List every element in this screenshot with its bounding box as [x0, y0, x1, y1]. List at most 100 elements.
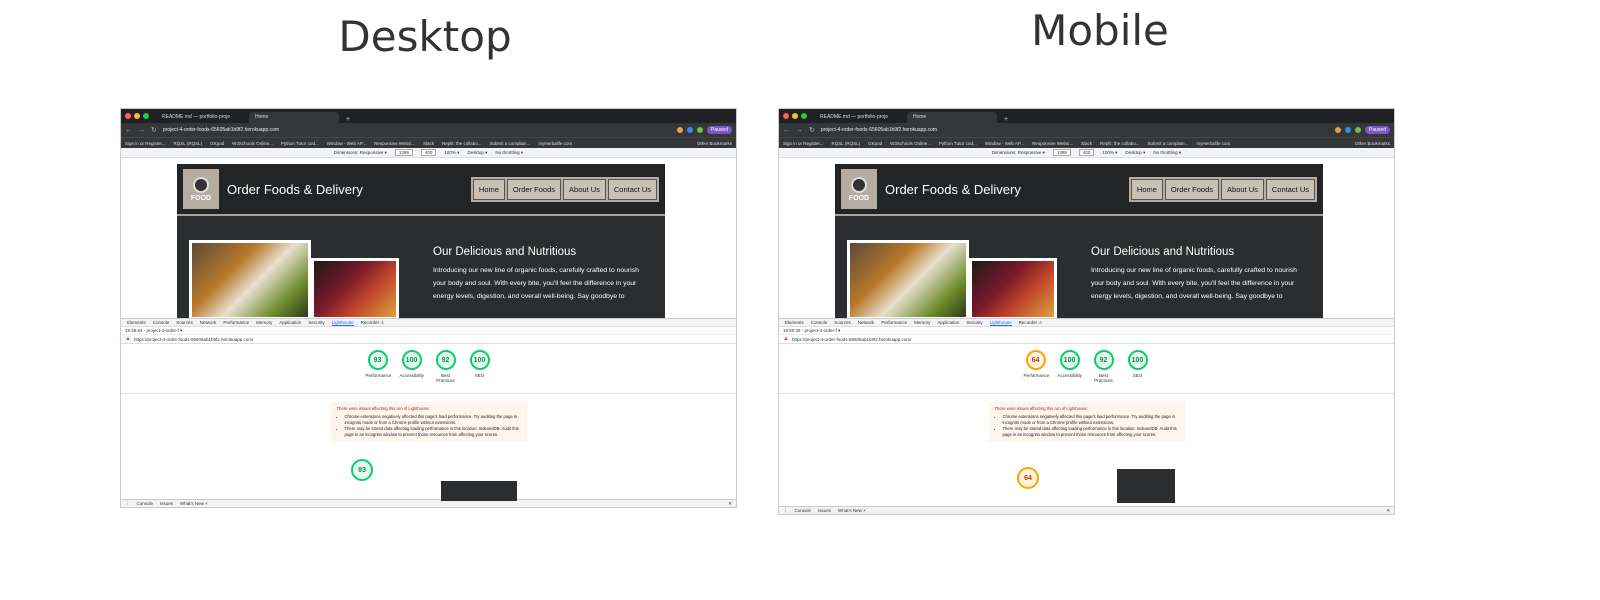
close-window-icon[interactable] — [125, 113, 131, 119]
throttle-select[interactable]: No throttling ▾ — [495, 150, 523, 156]
devtools-tab-sources[interactable]: Sources — [834, 320, 851, 325]
close-window-icon[interactable] — [783, 113, 789, 119]
devtools-tab-application[interactable]: Application — [937, 320, 959, 325]
report-timestamp[interactable]: 19:48:54 - project-4-order-f ▾ — [125, 328, 182, 334]
extension-icon[interactable] — [1355, 127, 1362, 133]
devtools-tab-performance[interactable]: Performance — [223, 320, 249, 325]
dimensions-select[interactable]: Dimensions: Responsive ▾ — [334, 150, 387, 156]
score-seo[interactable]: 100 SEO — [468, 350, 492, 383]
extension-icon[interactable] — [687, 127, 694, 133]
zoom-select[interactable]: 100% ▾ — [1102, 150, 1117, 156]
bookmark-item[interactable]: Replit: the collabo... — [442, 141, 482, 146]
drawer-menu-icon[interactable]: ⋮ — [783, 508, 788, 514]
throttle-select[interactable]: No throttling ▾ — [1153, 150, 1181, 156]
drawer-menu-icon[interactable]: ⋮ — [125, 501, 130, 507]
new-tab-icon[interactable]: + — [1000, 116, 1012, 123]
bookmark-item[interactable]: Sign in or Register... — [125, 141, 166, 146]
extension-icon[interactable] — [1335, 127, 1342, 133]
bookmark-item[interactable]: Slack — [1081, 141, 1092, 146]
window-controls[interactable] — [125, 109, 149, 123]
minimize-window-icon[interactable] — [134, 113, 140, 119]
browser-tab-readme[interactable]: README.md — portfolio-proje — [156, 112, 246, 123]
browser-tab-readme[interactable]: README.md — portfolio-proje — [814, 112, 904, 123]
score-best-practices[interactable]: 92 Best Practices — [434, 350, 458, 383]
profile-paused-button[interactable]: Paused — [707, 126, 732, 134]
extension-icon[interactable] — [1345, 127, 1352, 133]
bookmark-item[interactable]: Submit a complain... — [1148, 141, 1189, 146]
score-best-practices[interactable]: 92 Best Practices — [1092, 350, 1116, 383]
bookmark-item[interactable]: Replit: the collabo... — [1100, 141, 1140, 146]
back-icon[interactable]: ← — [783, 127, 790, 134]
nav-home-button[interactable]: Home — [472, 178, 505, 200]
extension-icon[interactable] — [697, 127, 704, 133]
nav-about-us-button[interactable]: About Us — [563, 178, 606, 200]
bookmark-item[interactable]: W3Schools Online... — [890, 141, 931, 146]
bookmark-item[interactable]: Slack — [423, 141, 434, 146]
other-bookmarks[interactable]: Other Bookmarks — [1355, 141, 1390, 146]
devtools-tab-sources[interactable]: Sources — [176, 320, 193, 325]
other-bookmarks[interactable]: Other Bookmarks — [697, 141, 732, 146]
width-input[interactable]: 1399 — [394, 149, 413, 156]
profile-paused-button[interactable]: Paused — [1365, 126, 1390, 134]
bookmark-item[interactable]: Responsive Websi... — [374, 141, 415, 146]
report-timestamp[interactable]: 19:50:25 - project-4-order-f ▾ — [783, 328, 840, 334]
bookmark-item[interactable]: Python Tutor cod... — [281, 141, 319, 146]
devtools-tab-security[interactable]: Security — [966, 320, 982, 325]
bookmark-item[interactable]: RQSL (RQSL) — [174, 141, 203, 146]
bookmark-item[interactable]: myHerbalife.com — [538, 141, 572, 146]
forward-icon[interactable]: → — [138, 127, 145, 134]
bookmark-item[interactable]: GKpod — [210, 141, 224, 146]
nav-order-foods-button[interactable]: Order Foods — [1164, 178, 1220, 200]
devtools-tab-network[interactable]: Network — [200, 320, 217, 325]
bookmark-item[interactable]: Sign in or Register... — [783, 141, 824, 146]
bookmark-item[interactable]: Window - Web AP... — [327, 141, 366, 146]
score-accessibility[interactable]: 100 Accessibility — [1058, 350, 1082, 383]
nav-contact-us-button[interactable]: Contact Us — [1265, 178, 1315, 200]
devtools-tab-security[interactable]: Security — [308, 320, 324, 325]
devtools-tab-application[interactable]: Application — [279, 320, 301, 325]
back-icon[interactable]: ← — [125, 127, 132, 134]
drawer-tab-console[interactable]: Console — [795, 508, 812, 513]
bookmark-item[interactable]: myHerbalife.com — [1196, 141, 1230, 146]
minimize-window-icon[interactable] — [792, 113, 798, 119]
device-select[interactable]: Desktop ▾ — [467, 150, 487, 156]
devtools-tab-memory[interactable]: Memory — [256, 320, 272, 325]
lighthouse-report-selector[interactable]: 19:50:25 - project-4-order-f ▾ — [779, 327, 1394, 335]
drawer-close-icon[interactable]: ✕ — [1386, 508, 1390, 514]
reload-icon[interactable]: ↻ — [151, 126, 157, 134]
lighthouse-report-selector[interactable]: 19:48:54 - project-4-order-f ▾ — [121, 327, 736, 335]
bookmark-item[interactable]: GKpod — [868, 141, 882, 146]
drawer-tab-issues[interactable]: Issues — [818, 508, 831, 513]
drawer-close-icon[interactable]: ✕ — [728, 501, 732, 507]
score-performance[interactable]: 64 Performance — [1024, 350, 1049, 383]
devtools-tab-recorder[interactable]: Recorder ⚠ — [1019, 320, 1043, 326]
height-input[interactable]: 400 — [420, 149, 437, 156]
nav-home-button[interactable]: Home — [1130, 178, 1163, 200]
devtools-tab-elements[interactable]: Elements — [127, 320, 146, 325]
window-controls[interactable] — [783, 109, 807, 123]
score-seo[interactable]: 100 SEO — [1126, 350, 1150, 383]
report-url[interactable]: https://project-4-order-foods-65605ab1b9… — [792, 337, 911, 342]
bookmark-item[interactable]: Python Tutor cod... — [939, 141, 977, 146]
forward-icon[interactable]: → — [796, 127, 803, 134]
nav-about-us-button[interactable]: About Us — [1221, 178, 1264, 200]
bookmark-item[interactable]: Window - Web AP... — [985, 141, 1024, 146]
device-select[interactable]: Desktop ▾ — [1125, 150, 1145, 156]
browser-tab-home[interactable]: Home — [907, 112, 997, 123]
performance-gauge-large[interactable]: 64 — [1017, 467, 1039, 489]
devtools-tab-console[interactable]: Console — [153, 320, 170, 325]
devtools-tab-network[interactable]: Network — [858, 320, 875, 325]
height-input[interactable]: 400 — [1078, 149, 1095, 156]
nav-contact-us-button[interactable]: Contact Us — [607, 178, 657, 200]
width-input[interactable]: 1399 — [1052, 149, 1071, 156]
browser-tab-home[interactable]: Home — [249, 112, 339, 123]
site-logo[interactable]: FOOD — [841, 169, 877, 209]
drawer-tab-whats-new[interactable]: What's New × — [838, 508, 866, 513]
reload-icon[interactable]: ↻ — [809, 126, 815, 134]
report-url[interactable]: https://project-4-order-foods-65605ab1b9… — [134, 337, 253, 342]
nav-order-foods-button[interactable]: Order Foods — [506, 178, 562, 200]
bookmark-item[interactable]: Responsive Websi... — [1032, 141, 1073, 146]
devtools-tab-lighthouse[interactable]: Lighthouse — [331, 320, 354, 326]
devtools-tab-performance[interactable]: Performance — [881, 320, 907, 325]
score-accessibility[interactable]: 100 Accessibility — [400, 350, 424, 383]
